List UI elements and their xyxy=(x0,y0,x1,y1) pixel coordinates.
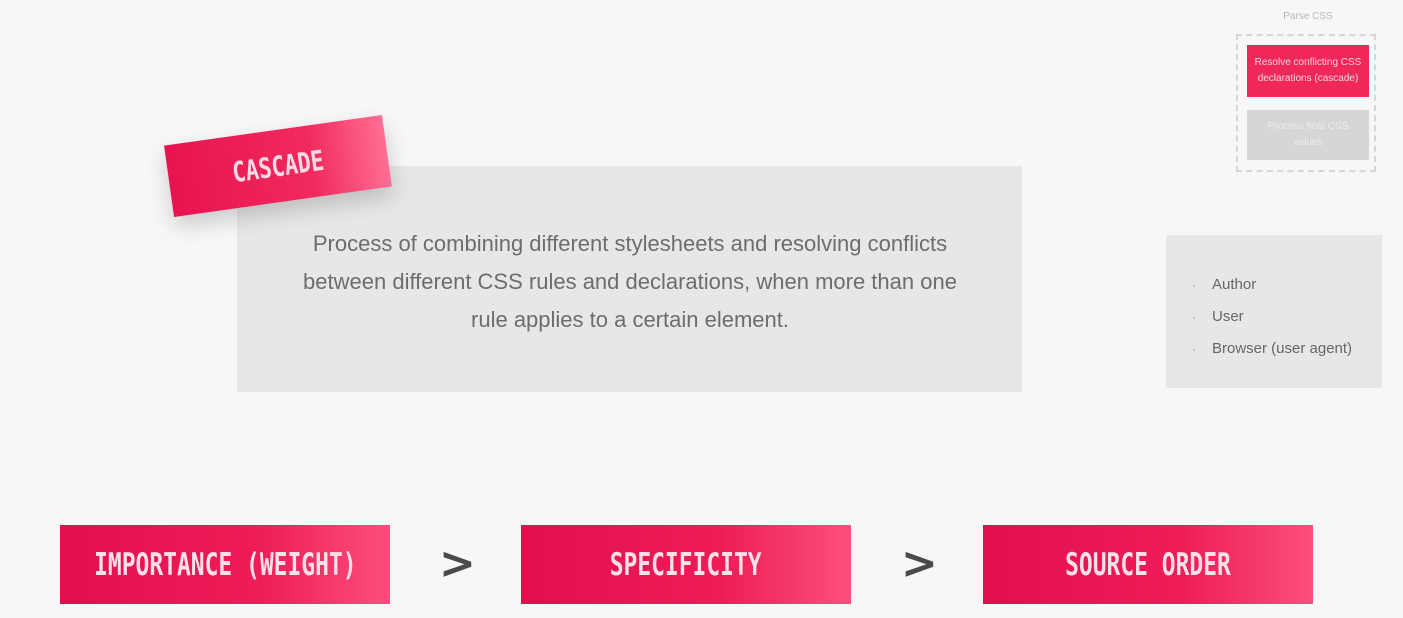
importance-box: IMPORTANCE (WEIGHT) xyxy=(60,525,390,604)
bullet-icon: · xyxy=(1192,310,1196,324)
resolve-conflicts-step: Resolve conflicting CSS declarations (ca… xyxy=(1247,45,1369,97)
sources-list: · Author · User · Browser (user agent) xyxy=(1192,269,1352,365)
greater-than-separator: > xyxy=(901,538,938,589)
importance-label: IMPORTANCE (WEIGHT) xyxy=(93,546,357,583)
cascade-tag-label: CASCADE xyxy=(230,143,326,189)
source-item-author: · Author xyxy=(1192,269,1352,301)
bullet-icon: · xyxy=(1192,342,1196,356)
slide: Parse CSS Resolve conflicting CSS declar… xyxy=(0,0,1403,618)
sources-panel: · Author · User · Browser (user agent) xyxy=(1166,235,1382,388)
parse-css-label: Parse CSS xyxy=(1283,11,1333,22)
source-label: Browser (user agent) xyxy=(1212,340,1353,357)
cascade-definition: Process of combining different styleshee… xyxy=(303,231,957,332)
source-label: User xyxy=(1212,308,1244,325)
bullet-icon: · xyxy=(1192,278,1196,292)
source-order-label: SOURCE ORDER xyxy=(1065,546,1231,583)
source-item-browser: · Browser (user agent) xyxy=(1192,333,1352,365)
specificity-label: SPECIFICITY xyxy=(610,546,762,583)
source-label: Author xyxy=(1212,276,1257,293)
source-item-user: · User xyxy=(1192,301,1352,333)
process-final-values-step: Process final CSS values xyxy=(1247,110,1369,160)
source-order-box: SOURCE ORDER xyxy=(983,525,1313,604)
greater-than-separator: > xyxy=(439,538,476,589)
specificity-box: SPECIFICITY xyxy=(521,525,851,604)
